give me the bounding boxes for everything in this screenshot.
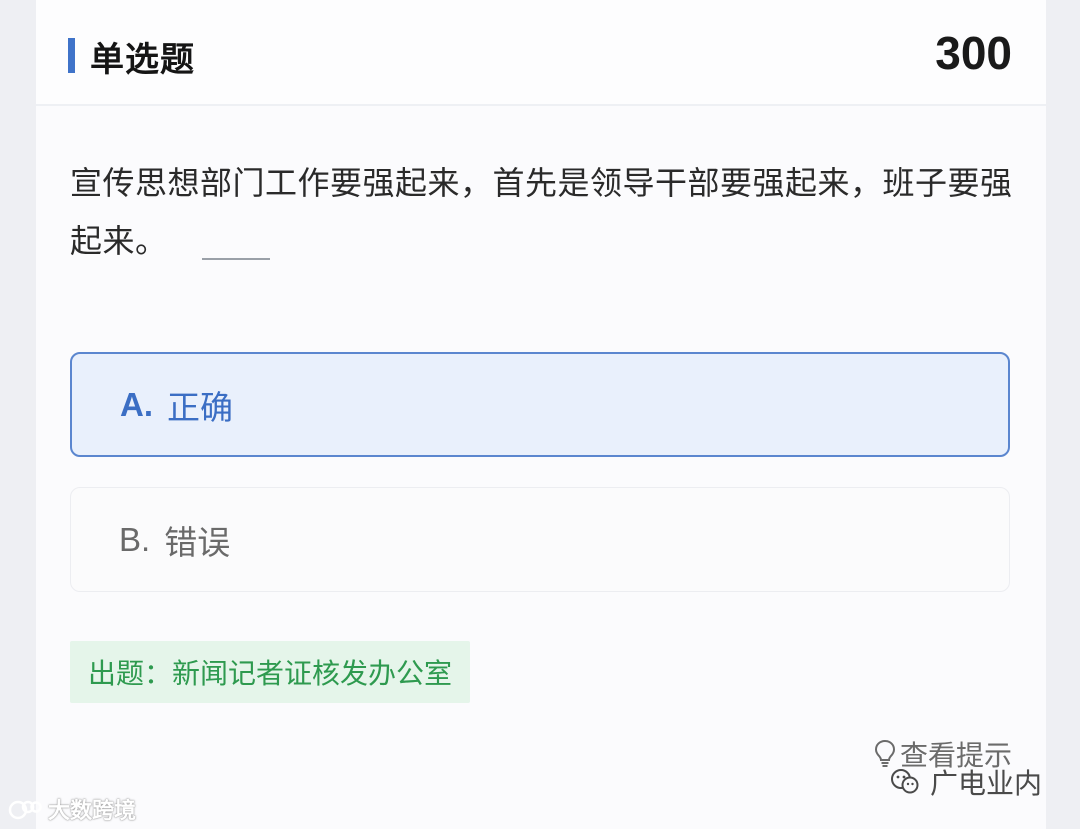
question-text: 宣传思想部门工作要强起来，首先是领导干部要强起来，班子要强起来。 — [70, 164, 1013, 260]
option-a-letter: A. — [120, 385, 153, 423]
question-type-title: 单选题 — [90, 40, 195, 80]
header-accent-bar — [68, 38, 75, 73]
watermark-right-text: 广电业内 — [929, 767, 1042, 800]
watermark-left-text: 大数跨境 — [48, 799, 137, 824]
answer-blank — [201, 258, 270, 260]
weibo-logo-icon — [8, 800, 42, 820]
option-b-label: 错误 — [164, 522, 231, 562]
option-a-button[interactable]: A. 正确 — [70, 352, 1010, 457]
source-text: 出题：新闻记者证核发办公室 — [88, 657, 453, 690]
score-value: 300 — [935, 27, 1012, 79]
watermark-dashukuajing: 大数跨境 — [8, 793, 136, 825]
watermark-guangdian: 广电业内 — [890, 762, 1042, 802]
wechat-logo-icon — [890, 769, 919, 794]
option-a-label: 正确 — [167, 387, 233, 427]
option-b-letter: B. — [119, 520, 151, 558]
source-tag: 出题：新闻记者证核发办公室 — [70, 641, 471, 703]
question-header: 单选题 300 — [36, 0, 1046, 106]
question-stem: 宣传思想部门工作要强起来，首先是领导干部要强起来，班子要强起来。 — [70, 154, 1020, 270]
option-b-button[interactable]: B. 错误 — [70, 487, 1010, 592]
